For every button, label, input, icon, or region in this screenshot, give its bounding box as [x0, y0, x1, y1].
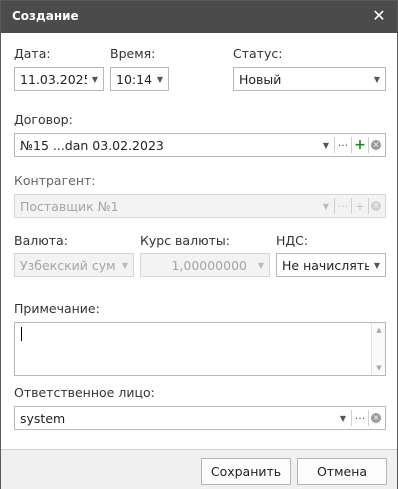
scroll-up-icon[interactable]: ▲ — [372, 326, 386, 334]
status-value: Новый — [239, 71, 282, 87]
chevron-down-icon[interactable]: ▼ — [335, 407, 351, 429]
time-label: Время: — [110, 46, 156, 61]
vat-value: Не начислять — [282, 257, 369, 273]
counterparty-field: Поставщик №1 ▼ ··· + × — [14, 194, 386, 218]
chevron-down-icon: ▼ — [322, 201, 330, 211]
chevron-down-icon[interactable]: ▼ — [369, 68, 385, 90]
dialog-footer: Сохранить Отмена — [1, 449, 397, 489]
note-textarea[interactable]: ▲ ▼ — [14, 322, 386, 376]
note-label: Примечание: — [14, 301, 100, 316]
rate-value: 1,00000000 — [171, 257, 247, 273]
responsible-label: Ответственное лицо: — [14, 385, 155, 400]
vat-select[interactable]: Не начислять ▼ — [276, 253, 386, 277]
clear-icon: × — [371, 201, 381, 211]
contract-field[interactable]: №15 ...dan 03.02.2023 ▼ ··· + × — [14, 133, 386, 157]
clear-icon[interactable]: × — [371, 140, 381, 150]
currency-select: Узбекский сум ▼ — [14, 253, 134, 277]
close-icon[interactable]: ✕ — [371, 7, 387, 25]
title-bar: Создание ✕ — [1, 1, 397, 33]
time-value: 10:14 — [116, 71, 152, 87]
save-button[interactable]: Сохранить — [201, 458, 291, 485]
chevron-down-icon: ▼ — [257, 260, 265, 270]
time-field[interactable]: 10:14 ▼ — [110, 67, 169, 91]
date-value: 11.03.2025 — [20, 71, 87, 87]
rate-label: Курс валюты: — [140, 233, 230, 248]
rate-field: 1,00000000 ▼ — [140, 253, 270, 277]
counterparty-label: Контрагент: — [14, 173, 96, 188]
plus-icon[interactable]: + — [352, 134, 368, 156]
vertical-scrollbar[interactable]: ▲ ▼ — [371, 323, 385, 375]
text-cursor — [21, 327, 22, 341]
status-label: Статус: — [233, 46, 283, 61]
currency-label: Валюта: — [14, 233, 68, 248]
scroll-down-icon[interactable]: ▼ — [372, 364, 386, 372]
chevron-down-icon[interactable]: ▼ — [87, 68, 103, 90]
create-dialog: Создание ✕ Дата: 11.03.2025 ▼ Время: 10:… — [0, 0, 398, 489]
chevron-down-icon[interactable]: ▼ — [369, 254, 385, 276]
cancel-button[interactable]: Отмена — [297, 458, 387, 485]
divider — [368, 410, 369, 426]
divider — [368, 198, 369, 214]
vat-label: НДС: — [276, 233, 309, 248]
ellipsis-icon[interactable]: ··· — [352, 407, 368, 429]
ellipsis-icon: ··· — [337, 199, 349, 213]
chevron-down-icon[interactable]: ▼ — [152, 68, 168, 90]
dialog-title: Создание — [12, 9, 79, 23]
contract-label: Договор: — [14, 112, 73, 127]
date-label: Дата: — [14, 46, 51, 61]
counterparty-value: Поставщик №1 — [20, 198, 119, 214]
ellipsis-icon[interactable]: ··· — [335, 134, 351, 156]
date-field[interactable]: 11.03.2025 ▼ — [14, 67, 104, 91]
plus-icon: + — [355, 199, 365, 213]
divider — [368, 137, 369, 153]
chevron-down-icon[interactable]: ▼ — [318, 134, 334, 156]
responsible-value: system — [20, 410, 66, 426]
chevron-down-icon: ▼ — [121, 260, 129, 270]
contract-value: №15 ...dan 03.02.2023 — [20, 137, 164, 153]
clear-icon[interactable]: × — [371, 413, 381, 423]
currency-value: Узбекский сум — [20, 257, 116, 273]
responsible-field[interactable]: system ▼ ··· × — [14, 406, 386, 430]
status-select[interactable]: Новый ▼ — [233, 67, 386, 91]
